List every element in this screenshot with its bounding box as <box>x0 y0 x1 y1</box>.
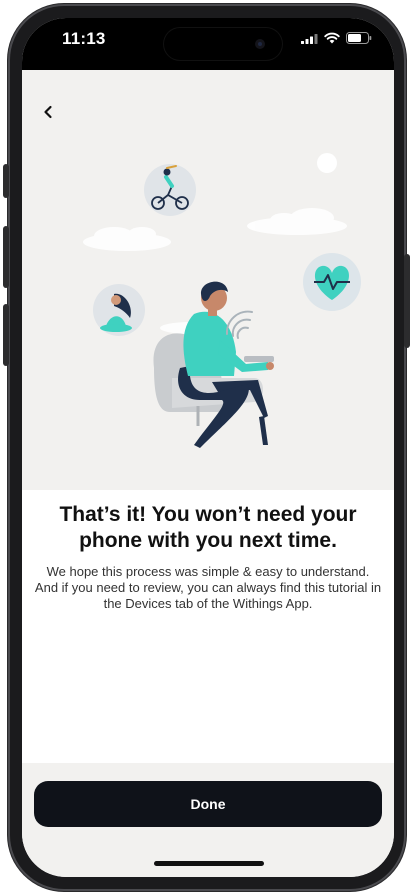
page: 11:13 That’s it! You won’t need your pho… <box>0 0 415 895</box>
cloud-left <box>83 227 171 251</box>
person-sitting-in-chair <box>178 281 274 448</box>
cloud-right <box>247 208 347 235</box>
footer: Done <box>22 763 394 877</box>
status-bar: 11:13 <box>22 18 394 70</box>
illustration-panel <box>22 70 394 490</box>
wifi-icon <box>324 32 340 44</box>
action-button <box>3 164 9 198</box>
onboarding-illustration <box>83 153 361 448</box>
status-time: 11:13 <box>62 29 106 48</box>
battery-icon <box>346 32 372 44</box>
page-title: That’s it! You won’t need your phone wit… <box>59 503 357 552</box>
volume-down-button <box>3 304 9 366</box>
cellular-signal-icon <box>301 33 318 44</box>
meditation-icon <box>93 284 145 336</box>
status-icons <box>301 32 372 44</box>
power-button <box>404 254 410 348</box>
heart-pulse-icon <box>303 253 361 311</box>
moon <box>317 153 337 173</box>
front-camera-icon <box>255 39 265 49</box>
dynamic-island <box>164 28 282 60</box>
done-button[interactable]: Done <box>34 781 382 827</box>
back-button[interactable] <box>36 100 60 124</box>
body-text: We hope this process was simple & easy t… <box>34 564 382 611</box>
cyclist-icon <box>144 164 196 216</box>
phone-screen: 11:13 That’s it! You won’t need your pho… <box>22 18 394 877</box>
volume-up-button <box>3 226 9 288</box>
home-indicator <box>154 861 264 866</box>
chevron-left-icon <box>44 105 52 119</box>
main-content: That’s it! You won’t need your phone wit… <box>22 490 394 612</box>
